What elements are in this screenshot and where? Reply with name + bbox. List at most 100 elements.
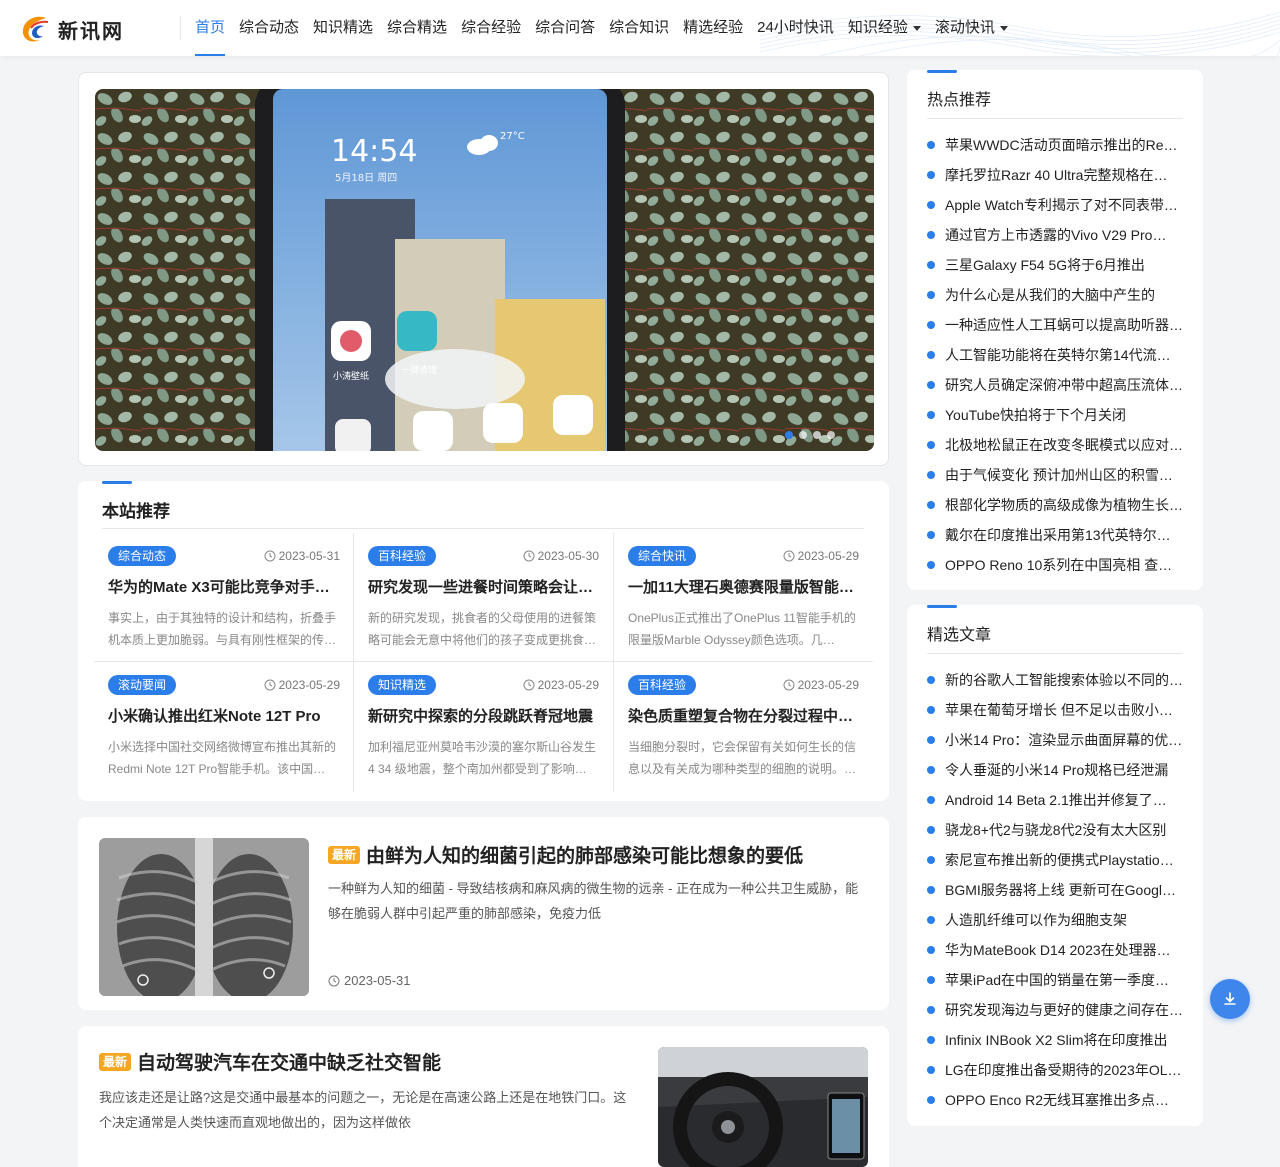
nav-item-knowledge-picks[interactable]: 知识精选 xyxy=(306,0,380,56)
card-title[interactable]: 华为的Mate X3可能比竞争对手… xyxy=(108,576,340,597)
post-date: 2023-05-31 xyxy=(264,549,340,563)
recommend-card[interactable]: 百科经验 2023-05-29 染色质重塑复合物在分裂过程中… 当细胞分裂时，它会… xyxy=(613,661,873,792)
nav-item-general-news[interactable]: 综合动态 xyxy=(232,0,306,56)
hot-recommend-title: 热点推荐 xyxy=(927,92,992,109)
hot-recommend-header: 热点推荐 xyxy=(927,70,1183,119)
clock-icon xyxy=(783,679,795,691)
recommend-card[interactable]: 滚动要闻 2023-05-29 小米确认推出红米Note 12T Pro 小米选择… xyxy=(94,661,354,792)
list-item[interactable]: 华为MateBook D14 2023在处理器… xyxy=(927,935,1183,965)
post-date: 2023-05-29 xyxy=(783,678,859,692)
list-item[interactable]: 一种适应性人工耳蜗可以提高助听器… xyxy=(927,310,1183,340)
card-title[interactable]: 一加11大理石奥德赛限量版智能… xyxy=(628,576,859,597)
nav-item-home[interactable]: 首页 xyxy=(188,0,232,56)
category-tag[interactable]: 知识精选 xyxy=(368,675,437,695)
list-item[interactable]: Android 14 Beta 2.1推出并修复了… xyxy=(927,785,1183,815)
article-title[interactable]: 最新 自动驾驶汽车在交通中缺乏社交智能 xyxy=(99,1048,441,1075)
article-title-text: 由鲜为人知的细菌引起的肺部感染可能比想象的要低 xyxy=(366,846,804,867)
nav-item-general-picks[interactable]: 综合精选 xyxy=(380,0,454,56)
list-item[interactable]: 摩托罗拉Razr 40 Ultra完整规格在… xyxy=(927,160,1183,190)
clock-icon xyxy=(328,975,340,986)
nav-label: 精选经验 xyxy=(683,19,744,36)
list-item[interactable]: 戴尔在印度推出采用第13代英特尔… xyxy=(927,520,1183,550)
date-text: 2023-05-29 xyxy=(797,549,859,563)
carousel-dot[interactable] xyxy=(827,431,835,439)
card-title[interactable]: 研究发现一些进餐时间策略会让… xyxy=(368,576,599,597)
nav-item-rolling-news[interactable]: 滚动快讯 xyxy=(928,0,1015,56)
list-item[interactable]: 新的谷歌人工智能搜索体验以不同的… xyxy=(927,665,1183,695)
recommend-card[interactable]: 综合动态 2023-05-31 华为的Mate X3可能比竞争对手… 事实上，由于… xyxy=(94,533,354,664)
nav-label: 综合经验 xyxy=(461,19,522,36)
carousel-dot[interactable] xyxy=(813,431,821,439)
list-item[interactable]: 研究人员确定深俯冲带中超高压流体… xyxy=(927,370,1183,400)
category-tag[interactable]: 百科经验 xyxy=(368,546,437,566)
card-title[interactable]: 新研究中探索的分段跳跃脊冠地震 xyxy=(368,705,599,726)
app-label: 小涛壁纸 xyxy=(333,370,369,382)
list-item[interactable]: 根部化学物质的高级成像为植物生长… xyxy=(927,490,1183,520)
category-tag[interactable]: 百科经验 xyxy=(628,675,697,695)
download-button[interactable] xyxy=(1210,979,1250,1019)
list-item[interactable]: 北极地松鼠正在改变冬眠模式以应对… xyxy=(927,430,1183,460)
list-item[interactable]: 苹果iPad在中国的销量在第一季度翻… xyxy=(927,965,1183,995)
carousel-dot[interactable] xyxy=(785,431,793,439)
chevron-down-icon xyxy=(912,25,921,31)
phone-clock: 14:54 xyxy=(331,134,417,169)
nav-label: 综合动态 xyxy=(239,19,300,36)
article-title[interactable]: 最新 由鲜为人知的细菌引起的肺部感染可能比想象的要低 xyxy=(328,841,803,868)
list-item[interactable]: 三星Galaxy F54 5G将于6月推出 xyxy=(927,250,1183,280)
list-item[interactable]: 骁龙8+代2与骁龙8代2没有太大区别 xyxy=(927,815,1183,845)
card-title[interactable]: 小米确认推出红米Note 12T Pro xyxy=(108,705,340,726)
article-summary: 我应该走还是让路?这是交通中最基本的问题之一，无论是在高速公路上还是在地铁门口。… xyxy=(99,1090,627,1130)
list-item[interactable]: 研究发现海边与更好的健康之间存在… xyxy=(927,995,1183,1025)
hot-recommend-panel: 热点推荐 苹果WWDC活动页面暗示推出的Re… 摩托罗拉Razr 40 Ultr… xyxy=(907,70,1203,590)
list-item[interactable]: 令人垂涎的小米14 Pro规格已经泄漏 xyxy=(927,755,1183,785)
nav-item-24h-news[interactable]: 24小时快讯 xyxy=(750,0,841,56)
article-summary: 一种鲜为人知的细菌 - 导致结核病和麻风病的微生物的远亲 - 正在成为一种公共卫… xyxy=(328,881,859,921)
article-thumbnail[interactable] xyxy=(658,1047,868,1167)
nav-item-featured-experience[interactable]: 精选经验 xyxy=(676,0,750,56)
date-text: 2023-05-31 xyxy=(278,549,340,563)
carousel-panel: 14:54 5月18日 周四 27°C 小涛壁纸 一键清理 xyxy=(78,72,889,466)
nav-item-general-experience[interactable]: 综合经验 xyxy=(454,0,528,56)
category-tag[interactable]: 综合动态 xyxy=(108,546,177,566)
list-item[interactable]: 苹果WWDC活动页面暗示推出的Re… xyxy=(927,130,1183,160)
nav-label: 综合知识 xyxy=(609,19,670,36)
list-item[interactable]: 通过官方上市透露的Vivo V29 Pro… xyxy=(927,220,1183,250)
clock-icon xyxy=(264,679,276,691)
list-item[interactable]: 由于气候变化 预计加州山区的积雪… xyxy=(927,460,1183,490)
site-header: 新讯网 首页 综合动态 知识精选 综合精选 综合经验 综合问答 综合知识 精选经… xyxy=(0,0,1280,56)
hero-slide-image: 14:54 5月18日 周四 27°C 小涛壁纸 一键清理 xyxy=(95,89,874,451)
list-item[interactable]: 为什么心是从我们的大脑中产生的 xyxy=(927,280,1183,310)
card-summary: OnePlus正式推出了OnePlus 11智能手机的限量版Marble Ody… xyxy=(628,611,856,647)
recommend-card[interactable]: 百科经验 2023-05-30 研究发现一些进餐时间策略会让… 新的研究发现，挑食… xyxy=(353,533,613,664)
article-thumbnail[interactable] xyxy=(99,838,309,996)
list-item[interactable]: BGMI服务器将上线 更新可在Googl… xyxy=(927,875,1183,905)
site-logo[interactable]: 新讯网 xyxy=(18,12,138,46)
list-item[interactable]: 人工智能功能将在英特尔第14代流… xyxy=(927,340,1183,370)
article-card[interactable]: 最新 由鲜为人知的细菌引起的肺部感染可能比想象的要低 一种鲜为人知的细菌 - 导致… xyxy=(78,817,889,1010)
list-item[interactable]: 小米14 Pro：渲染显示曲面屏幕的优… xyxy=(927,725,1183,755)
nav-item-knowledge-experience[interactable]: 知识经验 xyxy=(841,0,928,56)
recommend-card[interactable]: 综合快讯 2023-05-29 一加11大理石奥德赛限量版智能… OnePlus正… xyxy=(613,533,873,664)
nav-item-general-knowledge[interactable]: 综合知识 xyxy=(602,0,676,56)
category-tag[interactable]: 综合快讯 xyxy=(628,546,697,566)
nav-item-general-qa[interactable]: 综合问答 xyxy=(528,0,602,56)
logo-text: 新讯网 xyxy=(58,18,124,43)
list-item[interactable]: 人造肌纤维可以作为细胞支架 xyxy=(927,905,1183,935)
list-item[interactable]: Apple Watch专利揭示了对不同表带… xyxy=(927,190,1183,220)
card-title[interactable]: 染色质重塑复合物在分裂过程中… xyxy=(628,705,859,726)
list-item[interactable]: OPPO Enco R2无线耳塞推出多点连… xyxy=(927,1085,1183,1115)
carousel-dot[interactable] xyxy=(799,431,807,439)
hero-carousel[interactable]: 14:54 5月18日 周四 27°C 小涛壁纸 一键清理 xyxy=(95,89,874,451)
category-tag[interactable]: 滚动要闻 xyxy=(108,675,177,695)
nav-label: 综合精选 xyxy=(387,19,448,36)
list-item[interactable]: LG在印度推出备受期待的2023年OL… xyxy=(927,1055,1183,1085)
list-item[interactable]: 索尼宣布推出新的便携式Playstatio… xyxy=(927,845,1183,875)
list-item[interactable]: 苹果在葡萄牙增长 但不足以击败小… xyxy=(927,695,1183,725)
featured-articles-title: 精选文章 xyxy=(927,627,992,644)
article-card[interactable]: 最新 自动驾驶汽车在交通中缺乏社交智能 我应该走还是让路?这是交通中最基本的问题之… xyxy=(78,1026,889,1167)
list-item[interactable]: OPPO Reno 10系列在中国亮相 查… xyxy=(927,550,1183,580)
list-item[interactable]: Infinix INBook X2 Slim将在印度推出 xyxy=(927,1025,1183,1055)
list-item[interactable]: YouTube快拍将于下个月关闭 xyxy=(927,400,1183,430)
recommend-card[interactable]: 知识精选 2023-05-29 新研究中探索的分段跳跃脊冠地震 加利福尼亚州莫哈韦… xyxy=(353,661,613,792)
date-text: 2023-05-29 xyxy=(537,678,599,692)
